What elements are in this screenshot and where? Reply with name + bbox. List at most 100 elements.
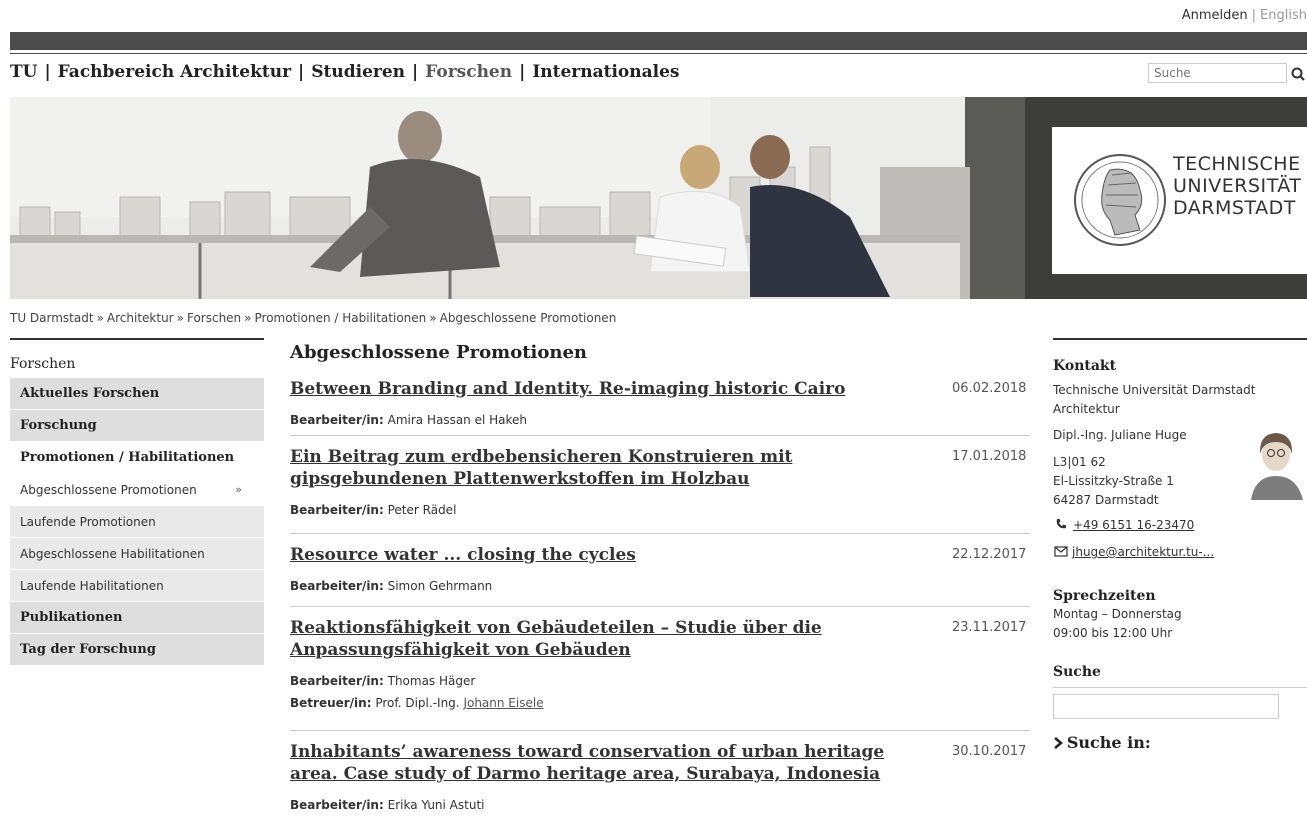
sidebar-item-label: Laufende Habilitationen (20, 579, 164, 593)
breadcrumb-arrow: » (176, 311, 184, 325)
nav-item-tu[interactable]: TU (10, 62, 37, 82)
list-item: Resource water ... closing the cycles 22… (290, 534, 1030, 607)
author-label: Bearbeiter/in: (290, 413, 384, 427)
contact-heading: Kontakt (1053, 358, 1117, 374)
entry-author: Bearbeiter/in: Amira Hassan el Hakeh (290, 412, 1030, 428)
breadcrumb-item[interactable]: Forschen (187, 311, 241, 325)
section-nav-title[interactable]: Forschen (10, 356, 75, 372)
breadcrumb-current: Abgeschlossene Promotionen (439, 311, 617, 325)
entry-date: 22.12.2017 (952, 547, 1027, 562)
header-divider (10, 53, 1307, 54)
office-hours-time: 09:00 bis 12:00 Uhr (1053, 626, 1173, 640)
list-item: Ein Beitrag zum erdbebensicheren Konstru… (290, 436, 1030, 534)
breadcrumb-item[interactable]: Promotionen / Habilitationen (255, 311, 427, 325)
sidebar-item-label: Abgeschlossene Habilitationen (20, 547, 205, 561)
sidebar-item-abgeschlossene-promotionen[interactable]: Abgeschlossene Promotionen » (10, 474, 264, 506)
sidebar-search-input[interactable] (1053, 694, 1279, 719)
sidebar-item-label: Forschung (20, 418, 97, 433)
sidebar-item-label: Laufende Promotionen (20, 515, 156, 529)
author-name: Erika Yuni Astuti (387, 798, 485, 812)
list-item: Inhabitants’ awareness toward conservati… (290, 731, 1030, 813)
breadcrumb-arrow: » (96, 311, 104, 325)
sidebar-item-tag-der-forschung[interactable]: Tag der Forschung (10, 634, 264, 666)
author-name: Thomas Häger (387, 674, 476, 688)
sidebar-item-label: Aktuelles Forschen (20, 386, 160, 401)
nav-item-fachbereich[interactable]: Fachbereich Architektur (58, 62, 291, 82)
nav-item-forschen[interactable]: Forschen (425, 62, 512, 82)
supervisor-prefix: Prof. Dipl.-Ing. (375, 696, 460, 710)
entry-title-link[interactable]: Ein Beitrag zum erdbebensicheren Konstru… (290, 446, 930, 490)
sidebar-item-publikationen[interactable]: Publikationen (10, 602, 264, 634)
contact-org: Technische Universität Darmstadt (1053, 383, 1256, 397)
search-in-toggle[interactable]: Suche in: (1053, 733, 1307, 752)
office-hours-heading: Sprechzeiten (1053, 588, 1156, 604)
chevron-right-icon (1054, 737, 1063, 749)
sidebar-item-laufende-promotionen[interactable]: Laufende Promotionen (10, 506, 264, 538)
author-label: Bearbeiter/in: (290, 579, 384, 593)
search-input[interactable] (1148, 63, 1287, 83)
author-label: Bearbeiter/in: (290, 503, 384, 517)
supervisor-link[interactable]: Johann Eisele (463, 696, 543, 710)
meta-separator: | (1251, 8, 1257, 23)
nav-separator: | (44, 62, 51, 82)
author-name: Amira Hassan el Hakeh (387, 413, 528, 427)
nav-separator: | (412, 62, 419, 82)
nav-item-studieren[interactable]: Studieren (311, 62, 405, 82)
entry-date: 06.02.2018 (952, 381, 1027, 396)
top-meta-links: Anmelden | English (1182, 8, 1307, 23)
main-navigation: TU | Fachbereich Architektur | Studieren | For… (10, 62, 680, 82)
search-in-label: Suche in: (1066, 733, 1151, 752)
contact-divider (1053, 338, 1307, 340)
breadcrumb: TU Darmstadt» Architektur» Forschen» Promot… (10, 311, 616, 325)
tu-logo-wordmark: TECHNISCHE UNIVERSITÄT DARMSTADT (1173, 153, 1301, 219)
logo-line-1: TECHNISCHE (1173, 153, 1301, 175)
avatar (1245, 426, 1307, 500)
sidebar-item-promotionen-habilitationen[interactable]: Promotionen / Habilitationen (10, 442, 264, 474)
logo-line-3: DARMSTADT (1173, 197, 1296, 219)
entry-author: Bearbeiter/in: Thomas Häger (290, 673, 1030, 689)
author-label: Bearbeiter/in: (290, 674, 384, 688)
tu-seal-logo-icon (1074, 154, 1166, 246)
sidebar-item-laufende-habilitationen[interactable]: Laufende Habilitationen (10, 570, 264, 602)
sidebar-item-label: Publikationen (20, 610, 123, 625)
logo-line-2: UNIVERSITÄT (1173, 175, 1302, 197)
entry-title-link[interactable]: Resource water ... closing the cycles (290, 544, 930, 566)
nav-separator: | (519, 62, 526, 82)
list-item: Between Branding and Identity. Re-imagin… (290, 368, 1030, 436)
breadcrumb-item[interactable]: Architektur (107, 311, 174, 325)
sidebar-item-label: Promotionen / Habilitationen (20, 450, 235, 465)
nav-item-internationales[interactable]: Internationales (532, 62, 679, 82)
email-link[interactable]: jhuge@architektur.tu-... (1072, 545, 1214, 559)
login-link[interactable]: Anmelden (1182, 8, 1248, 23)
main-content: Abgeschlossene Promotionen Between Brand… (290, 338, 1030, 813)
phone-icon (1056, 519, 1066, 529)
entry-date: 23.11.2017 (952, 620, 1027, 635)
contact-department: Architektur (1053, 402, 1120, 416)
entry-title-link[interactable]: Reaktionsfähigkeit von Gebäudeteilen – S… (290, 617, 930, 661)
sidebar-item-abgeschlossene-habilitationen[interactable]: Abgeschlossene Habilitationen (10, 538, 264, 570)
breadcrumb-arrow: » (244, 311, 252, 325)
author-name: Simon Gehrmann (387, 579, 493, 593)
sidebar-item-forschung[interactable]: Forschung (10, 410, 264, 442)
search-icon[interactable] (1290, 64, 1307, 84)
language-link[interactable]: English (1260, 8, 1307, 23)
header-dark-bar (10, 32, 1307, 50)
sidebar-item-label: Tag der Forschung (20, 642, 156, 657)
entry-author: Bearbeiter/in: Erika Yuni Astuti (290, 797, 1030, 813)
breadcrumb-arrow: » (429, 311, 437, 325)
contact-sidebar: Kontakt Technische Universität Darmstadt… (1053, 338, 1307, 752)
sidebar-item-label: Abgeschlossene Promotionen (20, 483, 197, 497)
sidebar-item-aktuelles-forschen[interactable]: Aktuelles Forschen (10, 378, 264, 410)
author-label: Bearbeiter/in: (290, 798, 384, 812)
entry-date: 17.01.2018 (952, 449, 1027, 464)
entry-title-link[interactable]: Between Branding and Identity. Re-imagin… (290, 378, 930, 400)
entry-title-link[interactable]: Inhabitants’ awareness toward conservati… (290, 741, 930, 785)
nav-separator: | (298, 62, 305, 82)
supervisor-label: Betreuer/in: (290, 696, 372, 710)
contact-email: jhuge@architektur.tu-... (1053, 543, 1307, 562)
page-title: Abgeschlossene Promotionen (290, 342, 587, 363)
breadcrumb-item[interactable]: TU Darmstadt (10, 311, 94, 325)
phone-link[interactable]: +49 6151 16-23470 (1073, 518, 1194, 532)
section-nav-heading: Forschen (10, 338, 264, 378)
entry-supervisor: Betreuer/in: Prof. Dipl.-Ing. Johann Eis… (290, 695, 1030, 711)
